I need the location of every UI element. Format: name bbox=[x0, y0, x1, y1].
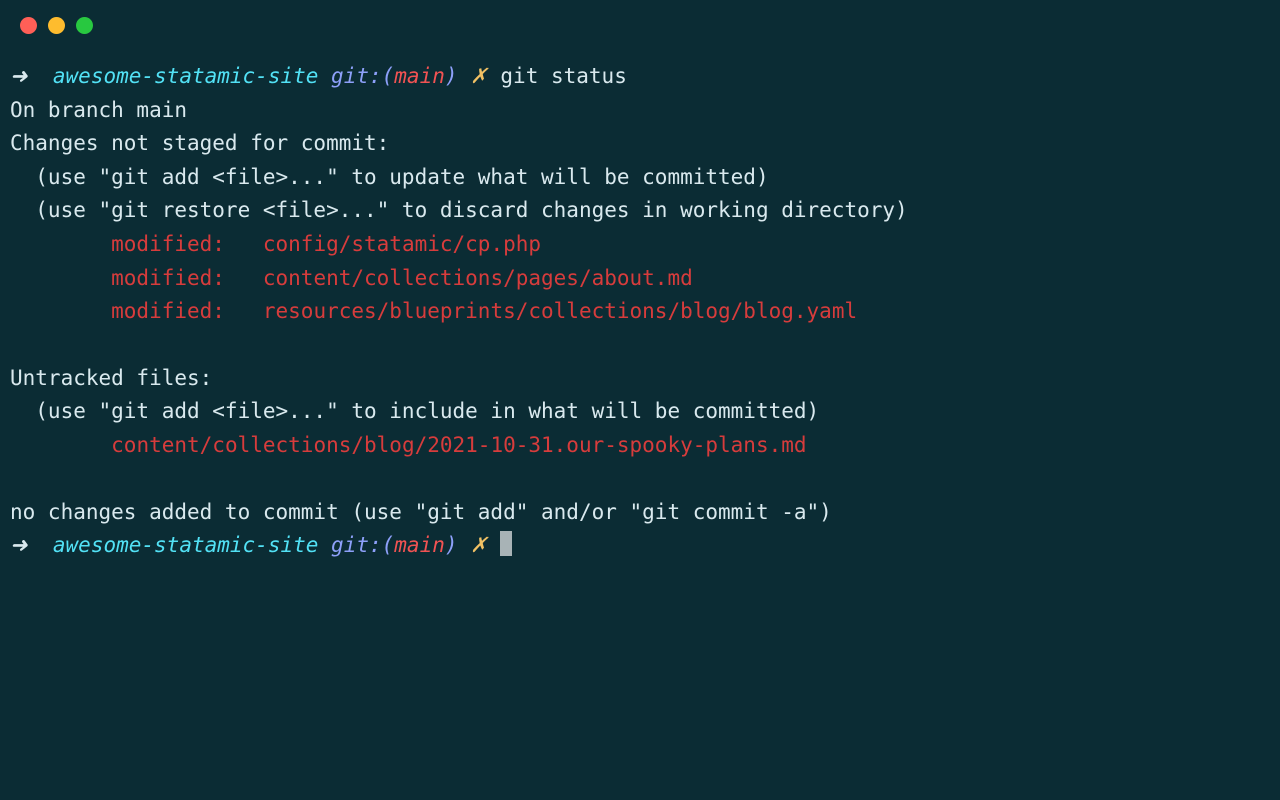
modified-file-line: modified: resources/blueprints/collectio… bbox=[10, 295, 1270, 329]
prompt-paren-close: ) bbox=[445, 533, 458, 557]
prompt-paren-close: ) bbox=[445, 64, 458, 88]
output-line: Changes not staged for commit: bbox=[10, 127, 1270, 161]
prompt-git-label: git: bbox=[318, 64, 381, 88]
blank-line bbox=[10, 463, 1270, 496]
untracked-file-path: content/collections/blog/2021-10-31.our-… bbox=[111, 433, 806, 457]
untracked-file-line: content/collections/blog/2021-10-31.our-… bbox=[10, 429, 1270, 463]
untracked-indent bbox=[10, 433, 111, 457]
prompt-arrow-icon: ➜ bbox=[10, 533, 53, 557]
output-line: (use "git add <file>..." to include in w… bbox=[10, 395, 1270, 429]
modified-file-path: resources/blueprints/collections/blog/bl… bbox=[263, 299, 857, 323]
prompt-dirty-icon: ✗ bbox=[458, 533, 501, 557]
modified-status-label: modified: bbox=[10, 299, 263, 323]
prompt-paren-open: ( bbox=[382, 64, 395, 88]
output-line: On branch main bbox=[10, 94, 1270, 128]
close-window-button[interactable] bbox=[20, 17, 37, 34]
output-line: no changes added to commit (use "git add… bbox=[10, 496, 1270, 530]
prompt-branch: main bbox=[394, 64, 445, 88]
modified-file-line: modified: config/statamic/cp.php bbox=[10, 228, 1270, 262]
output-line: (use "git add <file>..." to update what … bbox=[10, 161, 1270, 195]
prompt-line: ➜ awesome-statamic-site git:(main) ✗ bbox=[10, 529, 1270, 563]
prompt-paren-open: ( bbox=[382, 533, 395, 557]
prompt-branch: main bbox=[394, 533, 445, 557]
minimize-window-button[interactable] bbox=[48, 17, 65, 34]
output-line: (use "git restore <file>..." to discard … bbox=[10, 194, 1270, 228]
modified-status-label: modified: bbox=[10, 266, 263, 290]
terminal-output[interactable]: ➜ awesome-statamic-site git:(main) ✗ git… bbox=[0, 50, 1280, 573]
prompt-dirty-icon: ✗ bbox=[458, 64, 488, 88]
prompt-directory: awesome-statamic-site bbox=[53, 64, 319, 88]
modified-file-line: modified: content/collections/pages/abou… bbox=[10, 262, 1270, 296]
prompt-git-label: git: bbox=[318, 533, 381, 557]
cursor-block bbox=[500, 531, 512, 556]
maximize-window-button[interactable] bbox=[76, 17, 93, 34]
prompt-line: ➜ awesome-statamic-site git:(main) ✗ git… bbox=[10, 60, 1270, 94]
typed-command: git status bbox=[488, 64, 627, 88]
prompt-directory: awesome-statamic-site bbox=[53, 533, 319, 557]
window-titlebar bbox=[0, 0, 1280, 50]
modified-file-path: content/collections/pages/about.md bbox=[263, 266, 693, 290]
output-line: Untracked files: bbox=[10, 362, 1270, 396]
blank-line bbox=[10, 329, 1270, 362]
modified-file-path: config/statamic/cp.php bbox=[263, 232, 541, 256]
prompt-arrow-icon: ➜ bbox=[10, 64, 53, 88]
modified-status-label: modified: bbox=[10, 232, 263, 256]
